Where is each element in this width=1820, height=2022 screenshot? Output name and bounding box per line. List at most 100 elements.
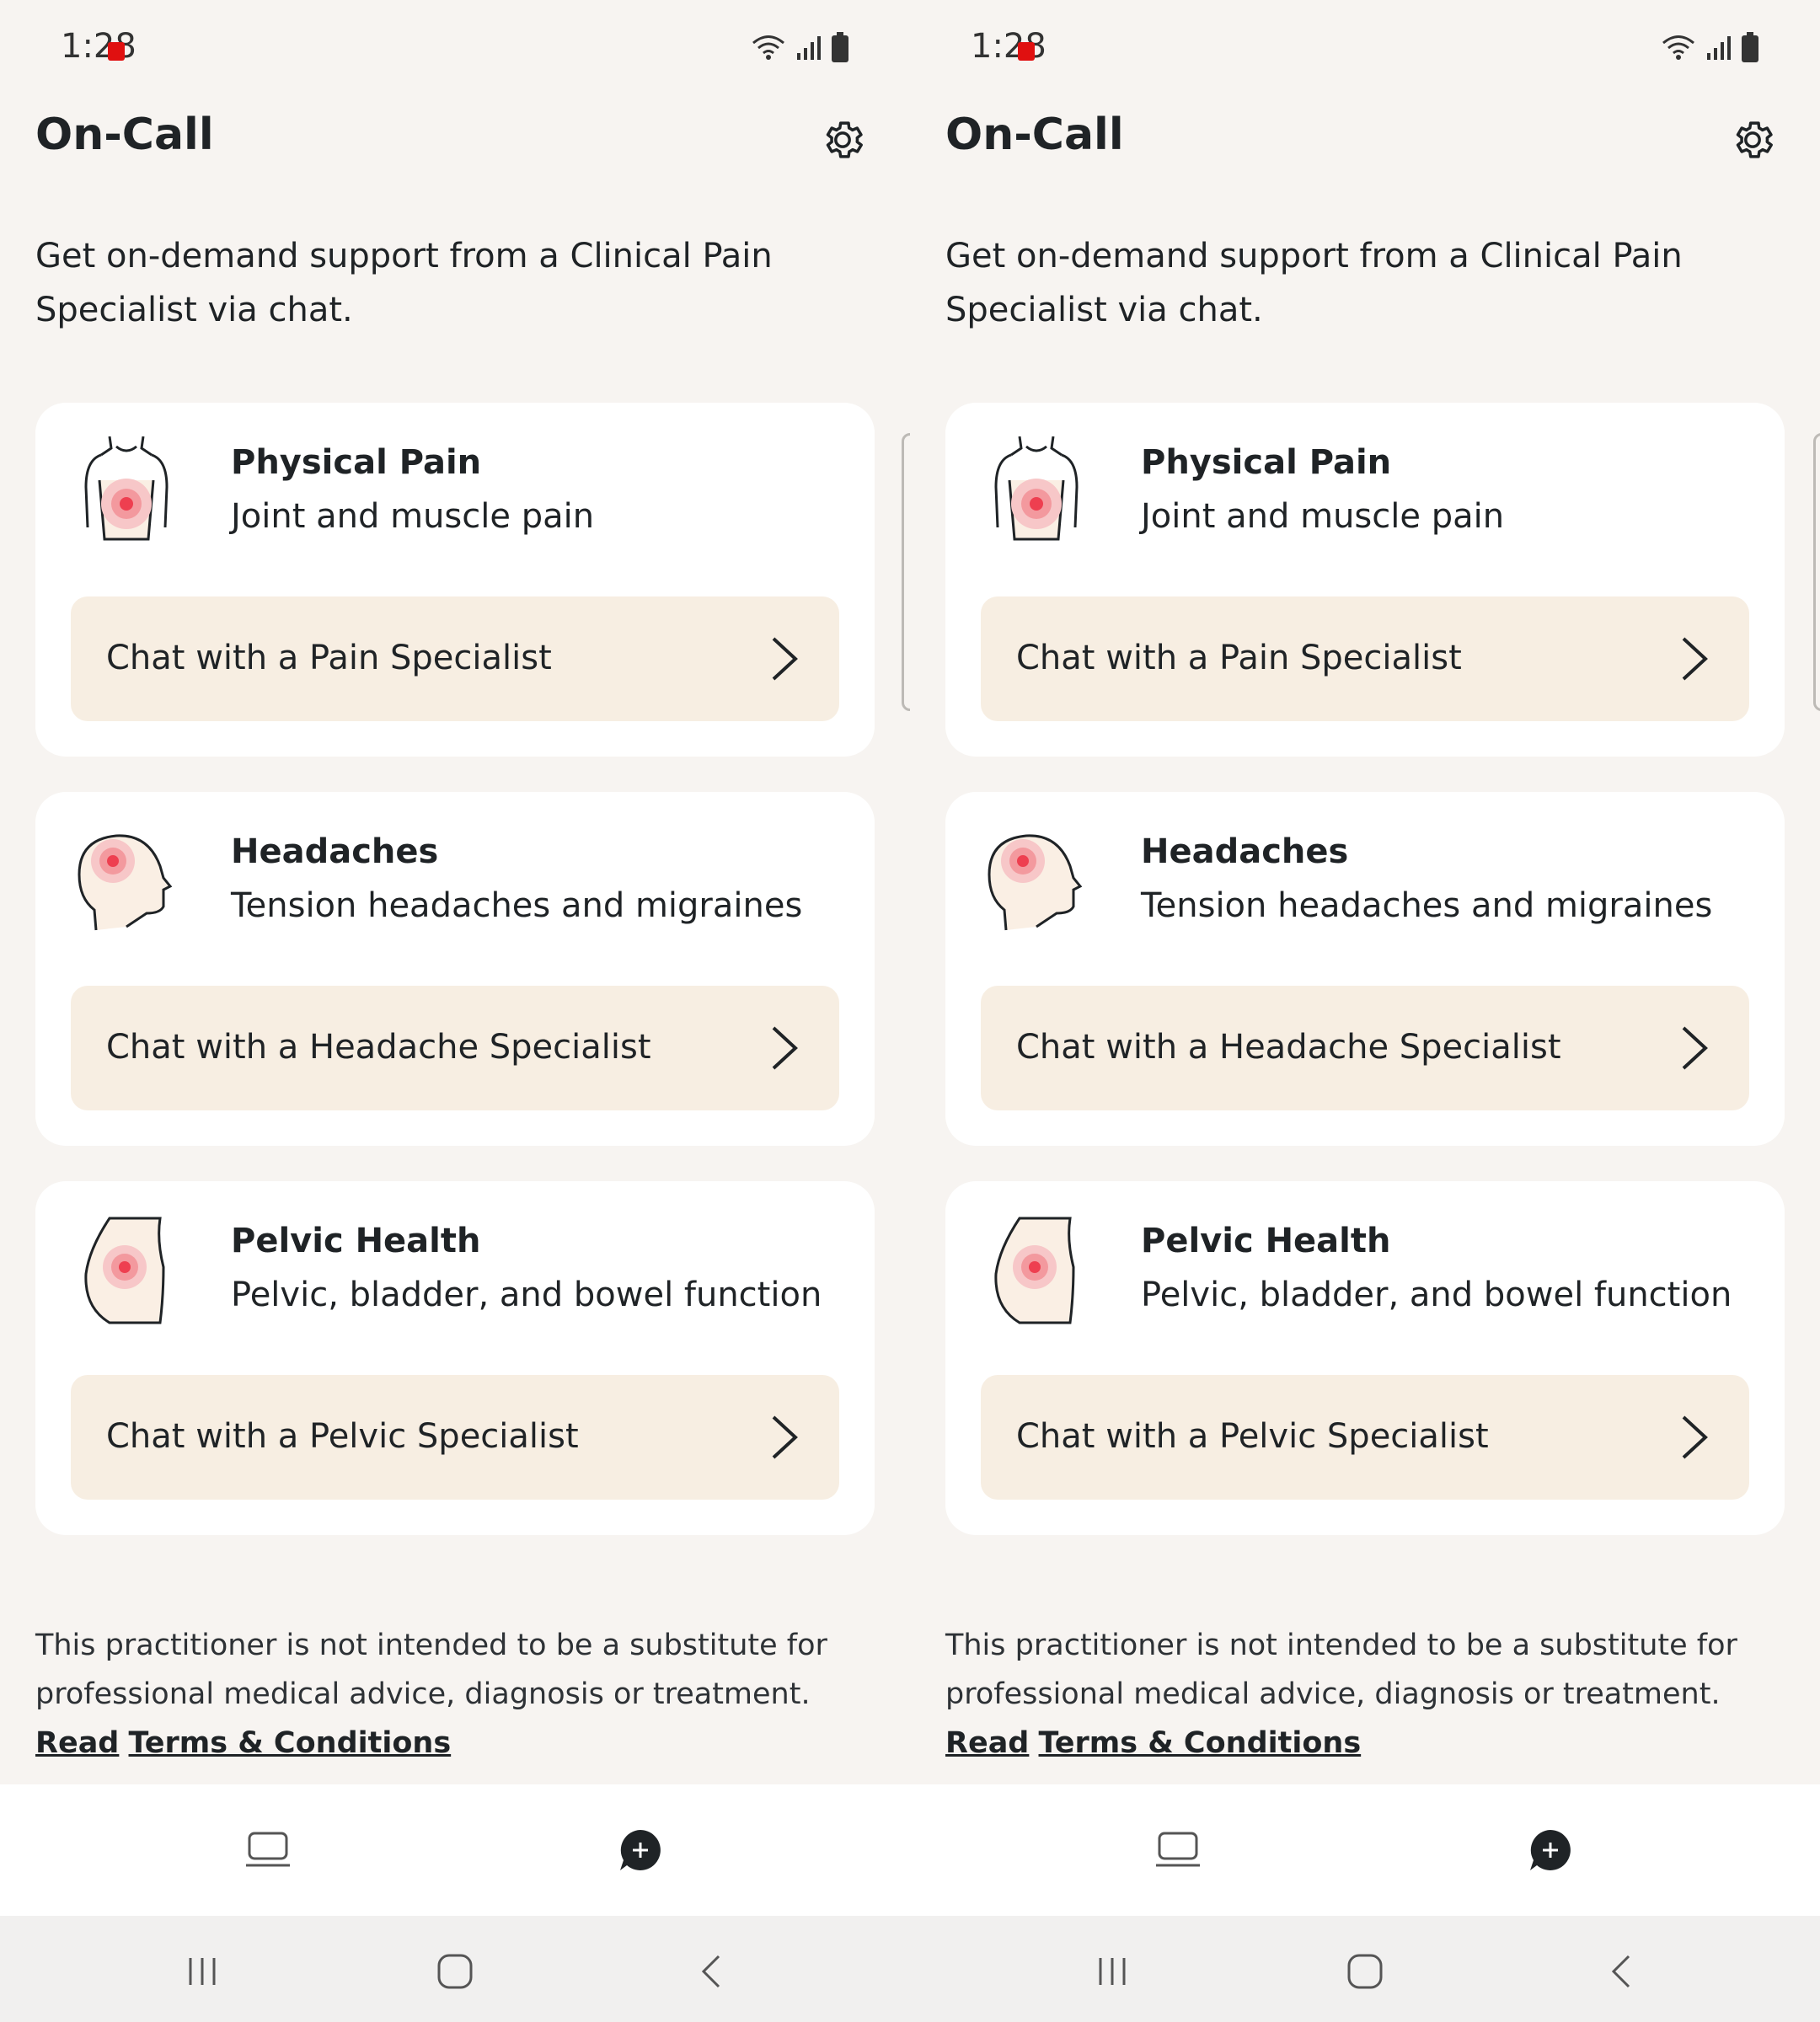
terms-link-read[interactable]: Read (945, 1726, 1029, 1760)
cta-label: Chat with a Pain Specialist (106, 639, 552, 677)
pelvic-pain-icon (76, 1215, 177, 1324)
chevron-right-icon (772, 1415, 798, 1459)
chat-pelvic-specialist-button[interactable]: Chat with a Pelvic Specialist (981, 1375, 1749, 1500)
system-nav-bar (0, 1916, 910, 2022)
home-icon (437, 1954, 473, 1989)
card-title: Physical Pain (231, 443, 482, 482)
home-icon (1347, 1954, 1383, 1989)
battery-icon (1742, 32, 1758, 62)
chat-plus-icon (1530, 1830, 1571, 1870)
nav-item-on-call[interactable] (608, 1818, 672, 1882)
card-headaches: Headaches Tension headaches and migraine… (35, 792, 875, 1146)
cta-label: Chat with a Headache Specialist (1016, 1028, 1561, 1067)
status-time: 1:28 (61, 27, 136, 66)
disclaimer-text: This practitioner is not intended to be … (945, 1629, 1737, 1711)
chevron-right-icon (1682, 1026, 1708, 1070)
card-pelvic-health: Pelvic Health Pelvic, bladder, and bowel… (35, 1181, 875, 1535)
screen-left: 1:28 On-Call Get on-demand support from … (0, 0, 910, 2022)
chevron-right-icon (1682, 1415, 1708, 1459)
head-pain-icon (76, 826, 177, 935)
status-bar: 1:28 (910, 0, 1820, 101)
intro-text: Get on-demand support from a Clinical Pa… (35, 237, 773, 329)
card-physical-pain: Physical Pain Joint and muscle pain Chat… (945, 403, 1785, 757)
chevron-right-icon (772, 1026, 798, 1070)
nav-item-sessions[interactable] (236, 1818, 300, 1882)
torso-pain-icon (76, 436, 177, 546)
card-headaches: Headaches Tension headaches and migraine… (945, 792, 1785, 1146)
card-subtitle: Tension headaches and migraines (1141, 886, 1713, 925)
card-title: Headaches (1141, 832, 1349, 871)
intro-text: Get on-demand support from a Clinical Pa… (945, 237, 1683, 329)
card-subtitle: Joint and muscle pain (231, 497, 595, 536)
laptop-icon (246, 1832, 290, 1867)
chat-pain-specialist-button[interactable]: Chat with a Pain Specialist (981, 596, 1749, 721)
disclaimer-text: This practitioner is not intended to be … (35, 1629, 827, 1711)
chevron-right-icon (1682, 637, 1708, 681)
back-icon (701, 1955, 720, 1988)
scroll-edge-indicator (902, 433, 910, 711)
status-time: 1:28 (971, 27, 1046, 66)
cta-label: Chat with a Pain Specialist (1016, 639, 1462, 677)
back-button[interactable] (686, 1946, 736, 1997)
system-nav-bar (910, 1916, 1820, 2022)
disclaimer: This practitioner is not intended to be … (35, 1621, 886, 1768)
terms-link[interactable]: Terms & Conditions (1039, 1726, 1362, 1760)
wifi-icon (1662, 35, 1694, 60)
head-pain-icon (986, 826, 1087, 935)
terms-link[interactable]: Terms & Conditions (129, 1726, 452, 1760)
chat-plus-icon (620, 1830, 661, 1870)
card-subtitle: Joint and muscle pain (1141, 497, 1505, 536)
card-subtitle: Tension headaches and migraines (231, 886, 803, 925)
cta-label: Chat with a Headache Specialist (106, 1028, 651, 1067)
status-icons (1662, 32, 1759, 62)
card-title: Pelvic Health (1141, 1222, 1391, 1260)
chevron-right-icon (772, 637, 798, 681)
gear-icon (1736, 121, 1773, 158)
status-icons (752, 32, 849, 62)
recents-icon (1099, 1958, 1126, 1985)
bottom-nav (0, 1784, 910, 1916)
terms-link-read[interactable]: Read (35, 1726, 119, 1760)
card-title: Physical Pain (1141, 443, 1392, 482)
recents-button[interactable] (1087, 1946, 1138, 1997)
scroll-edge-indicator (1813, 433, 1820, 711)
nav-item-sessions[interactable] (1146, 1818, 1210, 1882)
bottom-nav (910, 1784, 1820, 1916)
chat-pelvic-specialist-button[interactable]: Chat with a Pelvic Specialist (71, 1375, 839, 1500)
cta-label: Chat with a Pelvic Specialist (106, 1417, 579, 1456)
card-subtitle: Pelvic, bladder, and bowel function (231, 1276, 822, 1314)
screen-right: 1:28 On-Call Get on-demand support from … (910, 0, 1820, 2022)
home-button[interactable] (1340, 1946, 1390, 1997)
status-bar: 1:28 (0, 0, 910, 101)
page-title: On-Call (945, 110, 1124, 160)
nav-item-on-call[interactable] (1518, 1818, 1582, 1882)
back-button[interactable] (1596, 1946, 1646, 1997)
disclaimer: This practitioner is not intended to be … (945, 1621, 1796, 1768)
recents-button[interactable] (177, 1946, 228, 1997)
page-title: On-Call (35, 110, 214, 160)
chat-headache-specialist-button[interactable]: Chat with a Headache Specialist (71, 986, 839, 1110)
card-title: Headaches (231, 832, 439, 871)
signal-icon (1707, 36, 1731, 60)
home-button[interactable] (430, 1946, 480, 1997)
chat-headache-specialist-button[interactable]: Chat with a Headache Specialist (981, 986, 1749, 1110)
wifi-icon (752, 35, 784, 60)
pelvic-pain-icon (986, 1215, 1087, 1324)
card-physical-pain: Physical Pain Joint and muscle pain Chat… (35, 403, 875, 757)
notification-dot (1018, 42, 1035, 61)
settings-button[interactable] (816, 113, 870, 167)
chat-pain-specialist-button[interactable]: Chat with a Pain Specialist (71, 596, 839, 721)
back-icon (1611, 1955, 1630, 1988)
gear-icon (826, 121, 863, 158)
signal-icon (797, 36, 821, 60)
card-subtitle: Pelvic, bladder, and bowel function (1141, 1276, 1732, 1314)
card-pelvic-health: Pelvic Health Pelvic, bladder, and bowel… (945, 1181, 1785, 1535)
notification-dot (108, 42, 125, 61)
recents-icon (189, 1958, 216, 1985)
laptop-icon (1156, 1832, 1200, 1867)
torso-pain-icon (986, 436, 1087, 546)
settings-button[interactable] (1726, 113, 1780, 167)
battery-icon (832, 32, 848, 62)
card-title: Pelvic Health (231, 1222, 481, 1260)
cta-label: Chat with a Pelvic Specialist (1016, 1417, 1489, 1456)
